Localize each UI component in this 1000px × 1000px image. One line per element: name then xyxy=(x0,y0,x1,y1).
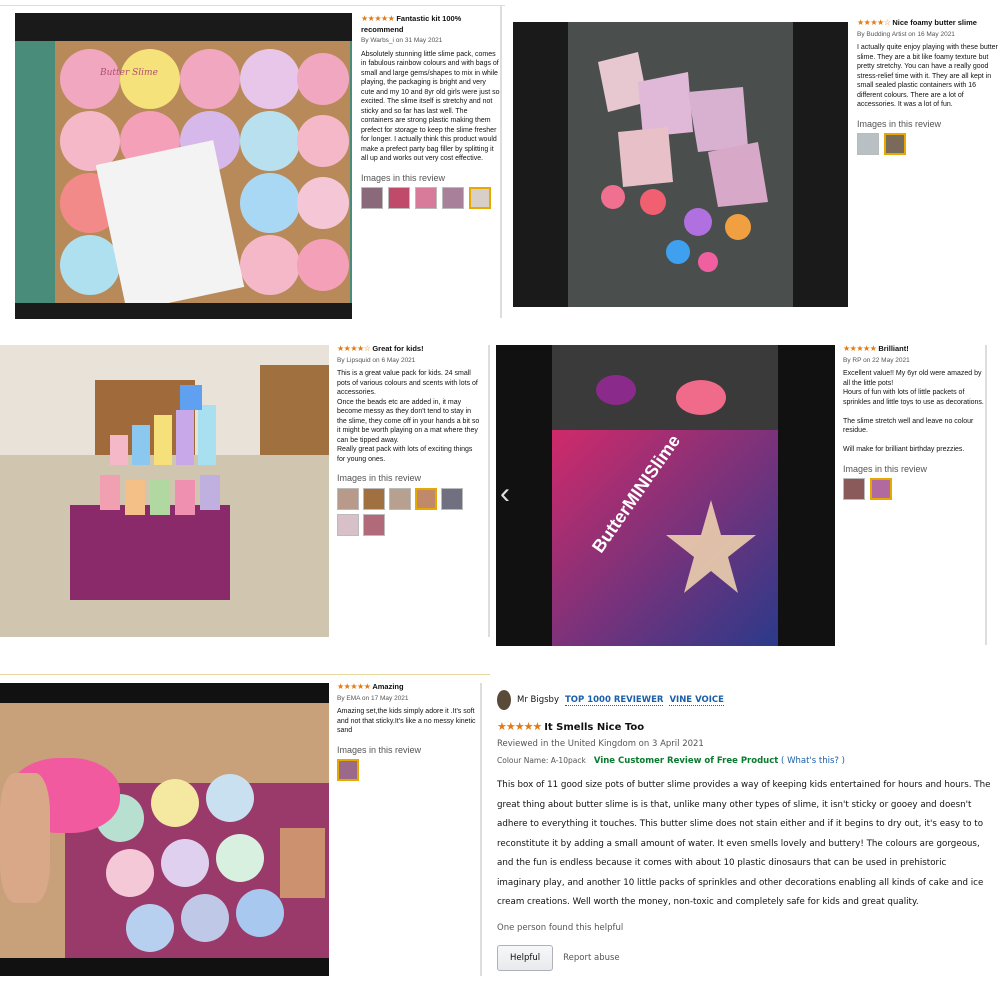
star-rating: ★★★★★ xyxy=(361,14,395,23)
reviewer-row: Mr Bigsby TOP 1000 REVIEWER VINE VOICE xyxy=(497,690,992,710)
review-thumbnails xyxy=(337,487,477,536)
review-byline: By Lipsquid on 6 May 2021 xyxy=(337,356,416,364)
vine-voice-badge[interactable]: VINE VOICE xyxy=(669,695,724,706)
review-thumbnail-selected[interactable] xyxy=(469,187,491,209)
rating-title-row: ★★★★★ It Smells Nice Too xyxy=(497,720,992,733)
star-burst-icon xyxy=(666,500,756,593)
review-photo-product-box[interactable]: ButterMINISlime xyxy=(496,345,835,646)
review-thumbnail[interactable] xyxy=(363,513,385,536)
review-thumbnails xyxy=(857,133,999,155)
helpful-count: One person found this helpful xyxy=(497,922,624,933)
review-title[interactable]: Brilliant! xyxy=(878,344,908,353)
star-rating: ★★★★★ xyxy=(843,344,877,353)
review-byline: By RP on 22 May 2021 xyxy=(843,356,910,364)
review-thumbnail[interactable] xyxy=(363,487,385,510)
accessories-illustration xyxy=(598,52,768,272)
review-1: ★★★★★ Fantastic kit 100% recommend By Wa… xyxy=(361,14,501,209)
vine-label: Vine Customer Review of Free Product xyxy=(593,756,779,766)
review-thumbnails xyxy=(337,759,477,781)
helpful-button[interactable]: Helpful xyxy=(497,944,554,971)
review-thumbnail-selected[interactable] xyxy=(870,478,892,500)
star-rating: ★★★★★ xyxy=(497,720,542,733)
review-thumbnail-selected[interactable] xyxy=(337,759,359,781)
review-thumbnail[interactable] xyxy=(415,187,437,209)
star-rating: ★★★★☆ xyxy=(857,18,891,27)
colour-name[interactable]: Colour Name: A-10pack xyxy=(497,756,586,765)
whats-this-link[interactable]: ( What's this? ) xyxy=(781,756,845,766)
review-thumbnail[interactable] xyxy=(337,487,359,510)
review-thumbnail[interactable] xyxy=(361,187,383,209)
review-thumbnail-selected[interactable] xyxy=(884,133,906,155)
review-title[interactable]: Great for kids! xyxy=(372,344,423,353)
divider xyxy=(488,345,490,637)
star-rating: ★★★★☆ xyxy=(337,344,371,353)
divider xyxy=(480,683,482,976)
review-actions: Helpful Report abuse xyxy=(497,944,992,971)
review-thumbnail[interactable] xyxy=(857,133,879,155)
review-byline: By Warbs_i on 31 May 2021 xyxy=(361,37,443,44)
pots-in-box xyxy=(100,385,220,515)
review-byline: By Budding Artist on 16 May 2021 xyxy=(857,30,955,38)
star-rating: ★★★★★ xyxy=(337,682,371,691)
review-thumbnail[interactable] xyxy=(843,478,865,500)
review-thumbnail-selected[interactable] xyxy=(415,487,437,510)
review-thumbnail[interactable] xyxy=(442,187,464,209)
review-body: This box of 11 good size pots of butter … xyxy=(497,780,991,907)
slime-blob xyxy=(676,380,726,415)
chair xyxy=(260,365,329,465)
review-title[interactable]: It Smells Nice Too xyxy=(544,722,644,733)
review-byline: By EMA on 17 May 2021 xyxy=(337,694,409,702)
top-reviewer-badge[interactable]: TOP 1000 REVIEWER xyxy=(564,695,664,706)
images-heading: Images in this review xyxy=(337,744,422,755)
hand xyxy=(0,773,50,903)
review-3: ★★★★☆ Great for kids! By Lipsquid on 6 M… xyxy=(337,344,482,536)
divider xyxy=(0,674,490,675)
review-thumbnail[interactable] xyxy=(441,487,463,510)
review-body: I actually quite enjoy playing with thes… xyxy=(857,44,998,108)
review-date: Reviewed in the United Kingdom on 3 Apri… xyxy=(497,739,704,749)
review-title[interactable]: Nice foamy butter slime xyxy=(892,18,977,27)
slime-blob xyxy=(596,375,636,405)
images-heading: Images in this review xyxy=(337,473,422,483)
review-body: This is a great value pack for kids. 24 … xyxy=(337,370,480,463)
featured-review: Mr Bigsby TOP 1000 REVIEWER VINE VOICE ★… xyxy=(497,690,992,971)
review-thumbnail[interactable] xyxy=(389,487,411,510)
review-photo-box-on-table[interactable] xyxy=(0,345,329,637)
reviewer-name[interactable]: Mr Bigsby xyxy=(517,695,559,705)
review-5: ★★★★★ Amazing By EMA on 17 May 2021 Amaz… xyxy=(337,682,477,781)
review-title[interactable]: Amazing xyxy=(372,682,403,691)
images-heading: Images in this review xyxy=(857,118,942,129)
review-thumbnails xyxy=(361,187,501,209)
images-heading: Images in this review xyxy=(843,463,928,474)
review-2: ★★★★☆ Nice foamy butter slime By Budding… xyxy=(857,18,999,155)
review-photo-slime-box[interactable]: Butter Slime xyxy=(15,13,352,319)
review-body: Absolutely stunning little slime pack, c… xyxy=(361,50,500,163)
images-heading: Images in this review xyxy=(361,172,446,183)
colour-row: Colour Name: A-10pack Vine Customer Revi… xyxy=(497,756,992,766)
review-body: Amazing set,the kids simply adore it .It… xyxy=(337,708,476,734)
pots-illustration xyxy=(96,774,325,952)
review-thumbnail[interactable] xyxy=(337,513,359,536)
review-thumbnails xyxy=(843,478,986,500)
chevron-left-icon[interactable]: ‹ xyxy=(500,478,520,510)
divider xyxy=(0,5,505,6)
review-body: Excellent value!! My 6yr old were amazed… xyxy=(843,370,984,453)
review-photo-slime-in-hand[interactable] xyxy=(0,683,329,976)
avatar[interactable] xyxy=(497,690,511,710)
review-4: ★★★★★ Brilliant! By RP on 22 May 2021 Ex… xyxy=(843,344,986,500)
review-photo-accessories[interactable] xyxy=(513,22,848,307)
slime-pots-illustration xyxy=(60,49,349,303)
review-thumbnail[interactable] xyxy=(388,187,410,209)
report-abuse-link[interactable]: Report abuse xyxy=(563,953,620,963)
pot-label-text: Butter Slime xyxy=(100,68,158,78)
